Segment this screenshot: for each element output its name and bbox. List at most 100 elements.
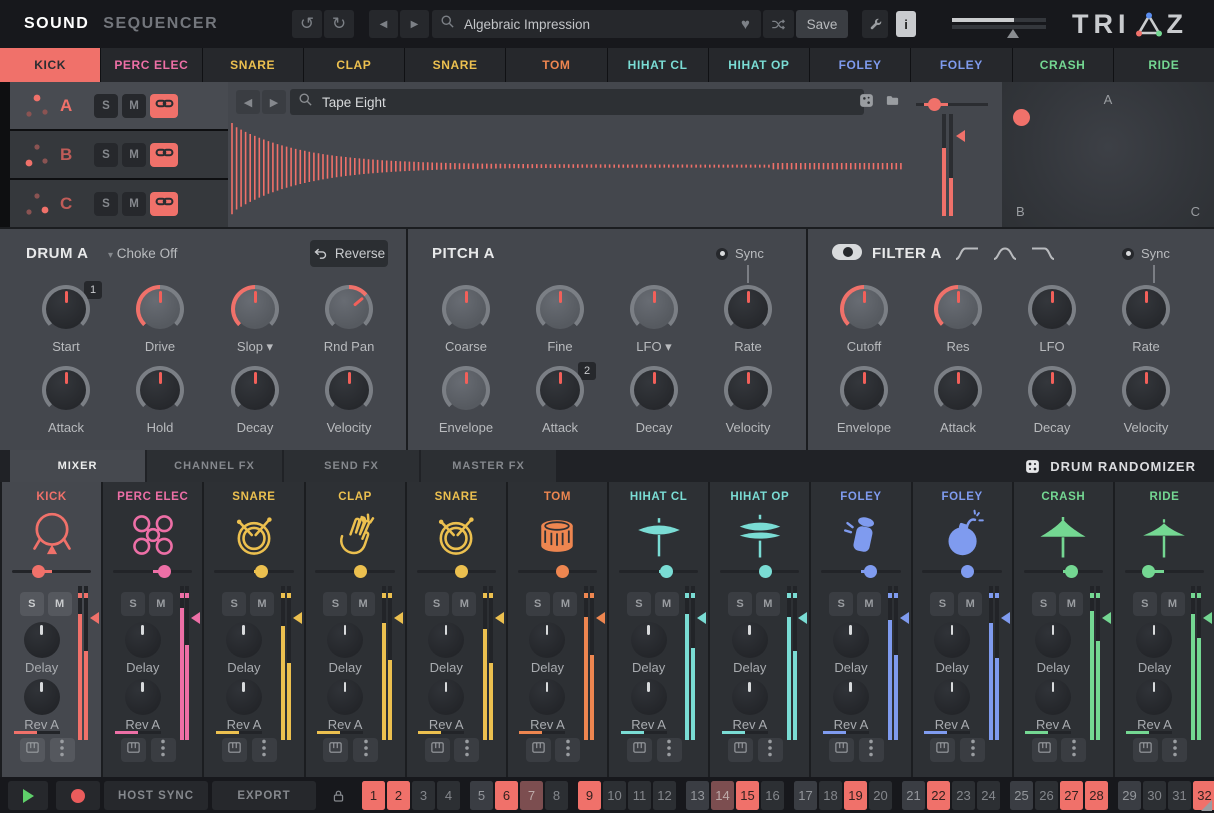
hold-knob[interactable] [136, 366, 184, 414]
channel-volume-handle[interactable] [1001, 612, 1010, 624]
step-25[interactable]: 25 [1010, 781, 1033, 810]
layer-mute-button[interactable]: M [122, 94, 146, 118]
step-29[interactable]: 29 [1118, 781, 1141, 810]
delay-send-knob[interactable] [24, 622, 60, 658]
attack-knob[interactable] [934, 366, 982, 414]
save-button[interactable]: Save [796, 10, 848, 38]
layer-mute-button[interactable]: M [122, 192, 146, 216]
midi-keyboard-button[interactable] [1133, 738, 1158, 762]
channel-menu-button[interactable] [454, 738, 479, 762]
channel-volume-handle[interactable] [900, 612, 909, 624]
pan-handle[interactable] [660, 565, 673, 578]
delay-send-knob[interactable] [1136, 622, 1172, 658]
step-16[interactable]: 16 [761, 781, 784, 810]
velocity-knob[interactable] [325, 366, 373, 414]
channel-mute-button[interactable]: M [250, 592, 274, 616]
reverb-send-knob[interactable] [631, 679, 667, 715]
midi-keyboard-button[interactable] [1032, 738, 1057, 762]
lfo-knob[interactable] [630, 285, 678, 333]
drum-pad-snare[interactable]: SNARE [405, 48, 505, 82]
midi-keyboard-button[interactable] [323, 738, 348, 762]
channel-pan-slider[interactable] [315, 570, 394, 573]
layer-volume-handle[interactable] [956, 130, 965, 142]
drum-pad-snare[interactable]: SNARE [203, 48, 303, 82]
channel-volume-handle[interactable] [90, 612, 99, 624]
mixer-strip-foley-9[interactable]: FOLEYSMDelayRev A [913, 482, 1012, 777]
step-20[interactable]: 20 [869, 781, 892, 810]
channel-mute-button[interactable]: M [958, 592, 982, 616]
envelope-knob[interactable] [840, 366, 888, 414]
layer-link-button[interactable] [150, 192, 178, 216]
midi-keyboard-button[interactable] [425, 738, 450, 762]
channel-pan-slider[interactable] [12, 570, 91, 573]
channel-mute-button[interactable]: M [351, 592, 375, 616]
step-11[interactable]: 11 [628, 781, 651, 810]
step-26[interactable]: 26 [1035, 781, 1058, 810]
cutoff-knob[interactable] [840, 285, 888, 333]
random-sample-button[interactable] [854, 90, 878, 114]
delay-send-knob[interactable] [529, 622, 565, 658]
midi-keyboard-button[interactable] [829, 738, 854, 762]
channel-solo-button[interactable]: S [20, 592, 44, 616]
shuffle-preset-button[interactable] [763, 10, 794, 38]
channel-volume-handle[interactable] [293, 612, 302, 624]
sample-search[interactable] [290, 89, 864, 115]
drum-pad-foley[interactable]: FOLEY [911, 48, 1011, 82]
pan-handle[interactable] [1065, 565, 1078, 578]
step-10[interactable]: 10 [603, 781, 626, 810]
drum-pad-hihat-cl[interactable]: HIHAT CL [608, 48, 708, 82]
delay-send-knob[interactable] [226, 622, 262, 658]
midi-keyboard-button[interactable] [20, 738, 45, 762]
step-13[interactable]: 13 [686, 781, 709, 810]
decay-knob[interactable] [630, 366, 678, 414]
midi-keyboard-button[interactable] [121, 738, 146, 762]
channel-mute-button[interactable]: M [48, 592, 72, 616]
drum-pad-hihat-op[interactable]: HIHAT OP [709, 48, 809, 82]
reverb-send-knob[interactable] [732, 679, 768, 715]
step-12[interactable]: 12 [653, 781, 676, 810]
channel-menu-button[interactable] [151, 738, 176, 762]
filter-sync-toggle[interactable]: Sync [1122, 246, 1170, 261]
channel-menu-button[interactable] [50, 738, 75, 762]
layer-pan-slider[interactable] [916, 98, 988, 111]
envelope-knob[interactable] [442, 366, 490, 414]
midi-keyboard-button[interactable] [222, 738, 247, 762]
layer-solo-button[interactable]: S [94, 192, 118, 216]
step-22[interactable]: 22 [927, 781, 950, 810]
lfo-knob[interactable] [1028, 285, 1076, 333]
channel-solo-button[interactable]: S [323, 592, 347, 616]
reverb-send-knob[interactable] [327, 679, 363, 715]
channel-mute-button[interactable]: M [655, 592, 679, 616]
channel-mute-button[interactable]: M [857, 592, 881, 616]
channel-solo-button[interactable]: S [627, 592, 651, 616]
channel-pan-slider[interactable] [214, 570, 293, 573]
play-button[interactable] [8, 781, 48, 810]
channel-pan-slider[interactable] [922, 570, 1001, 573]
mixer-strip-tom-5[interactable]: TOMSMDelayRev A [508, 482, 607, 777]
pan-handle[interactable] [759, 565, 772, 578]
browse-sample-button[interactable] [880, 90, 904, 114]
channel-solo-button[interactable]: S [930, 592, 954, 616]
channel-mute-button[interactable]: M [553, 592, 577, 616]
channel-pan-slider[interactable] [417, 570, 496, 573]
layer-solo-button[interactable]: S [94, 143, 118, 167]
filter-enable-toggle[interactable] [832, 244, 862, 260]
step-23[interactable]: 23 [952, 781, 975, 810]
redo-button[interactable]: ↻ [324, 10, 354, 38]
step-4[interactable]: 4 [437, 781, 460, 810]
pitch-sync-toggle[interactable]: Sync [716, 246, 764, 261]
step-15[interactable]: 15 [736, 781, 759, 810]
channel-pan-slider[interactable] [619, 570, 698, 573]
channel-solo-button[interactable]: S [728, 592, 752, 616]
layer-solo-button[interactable]: S [94, 94, 118, 118]
channel-pan-slider[interactable] [821, 570, 900, 573]
channel-menu-button[interactable] [859, 738, 884, 762]
layer-link-button[interactable] [150, 143, 178, 167]
resize-handle[interactable] [1201, 800, 1212, 811]
drum-pad-kick[interactable]: KICK [0, 48, 100, 82]
channel-pan-slider[interactable] [113, 570, 192, 573]
channel-mute-button[interactable]: M [1059, 592, 1083, 616]
rnd-pan-knob[interactable] [325, 285, 373, 333]
reverb-send-knob[interactable] [1035, 679, 1071, 715]
delay-send-knob[interactable] [1035, 622, 1071, 658]
